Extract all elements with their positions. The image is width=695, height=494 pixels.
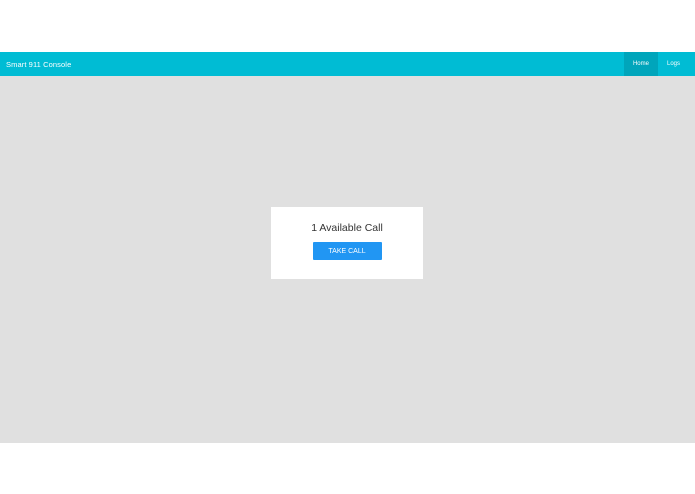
call-card: 1 Available Call TAKE CALL [271, 207, 423, 279]
nav-link-logs[interactable]: Logs [658, 52, 689, 76]
top-navbar: Smart 911 Console Home Logs [0, 52, 695, 76]
take-call-button[interactable]: TAKE CALL [312, 242, 382, 260]
available-calls-text: 1 Available Call [311, 222, 383, 234]
nav-links: Home Logs [623, 52, 689, 76]
app-title: Smart 911 Console [6, 59, 72, 69]
nav-link-home[interactable]: Home [623, 52, 658, 76]
app-container: Smart 911 Console Home Logs 1 Available … [0, 52, 695, 443]
